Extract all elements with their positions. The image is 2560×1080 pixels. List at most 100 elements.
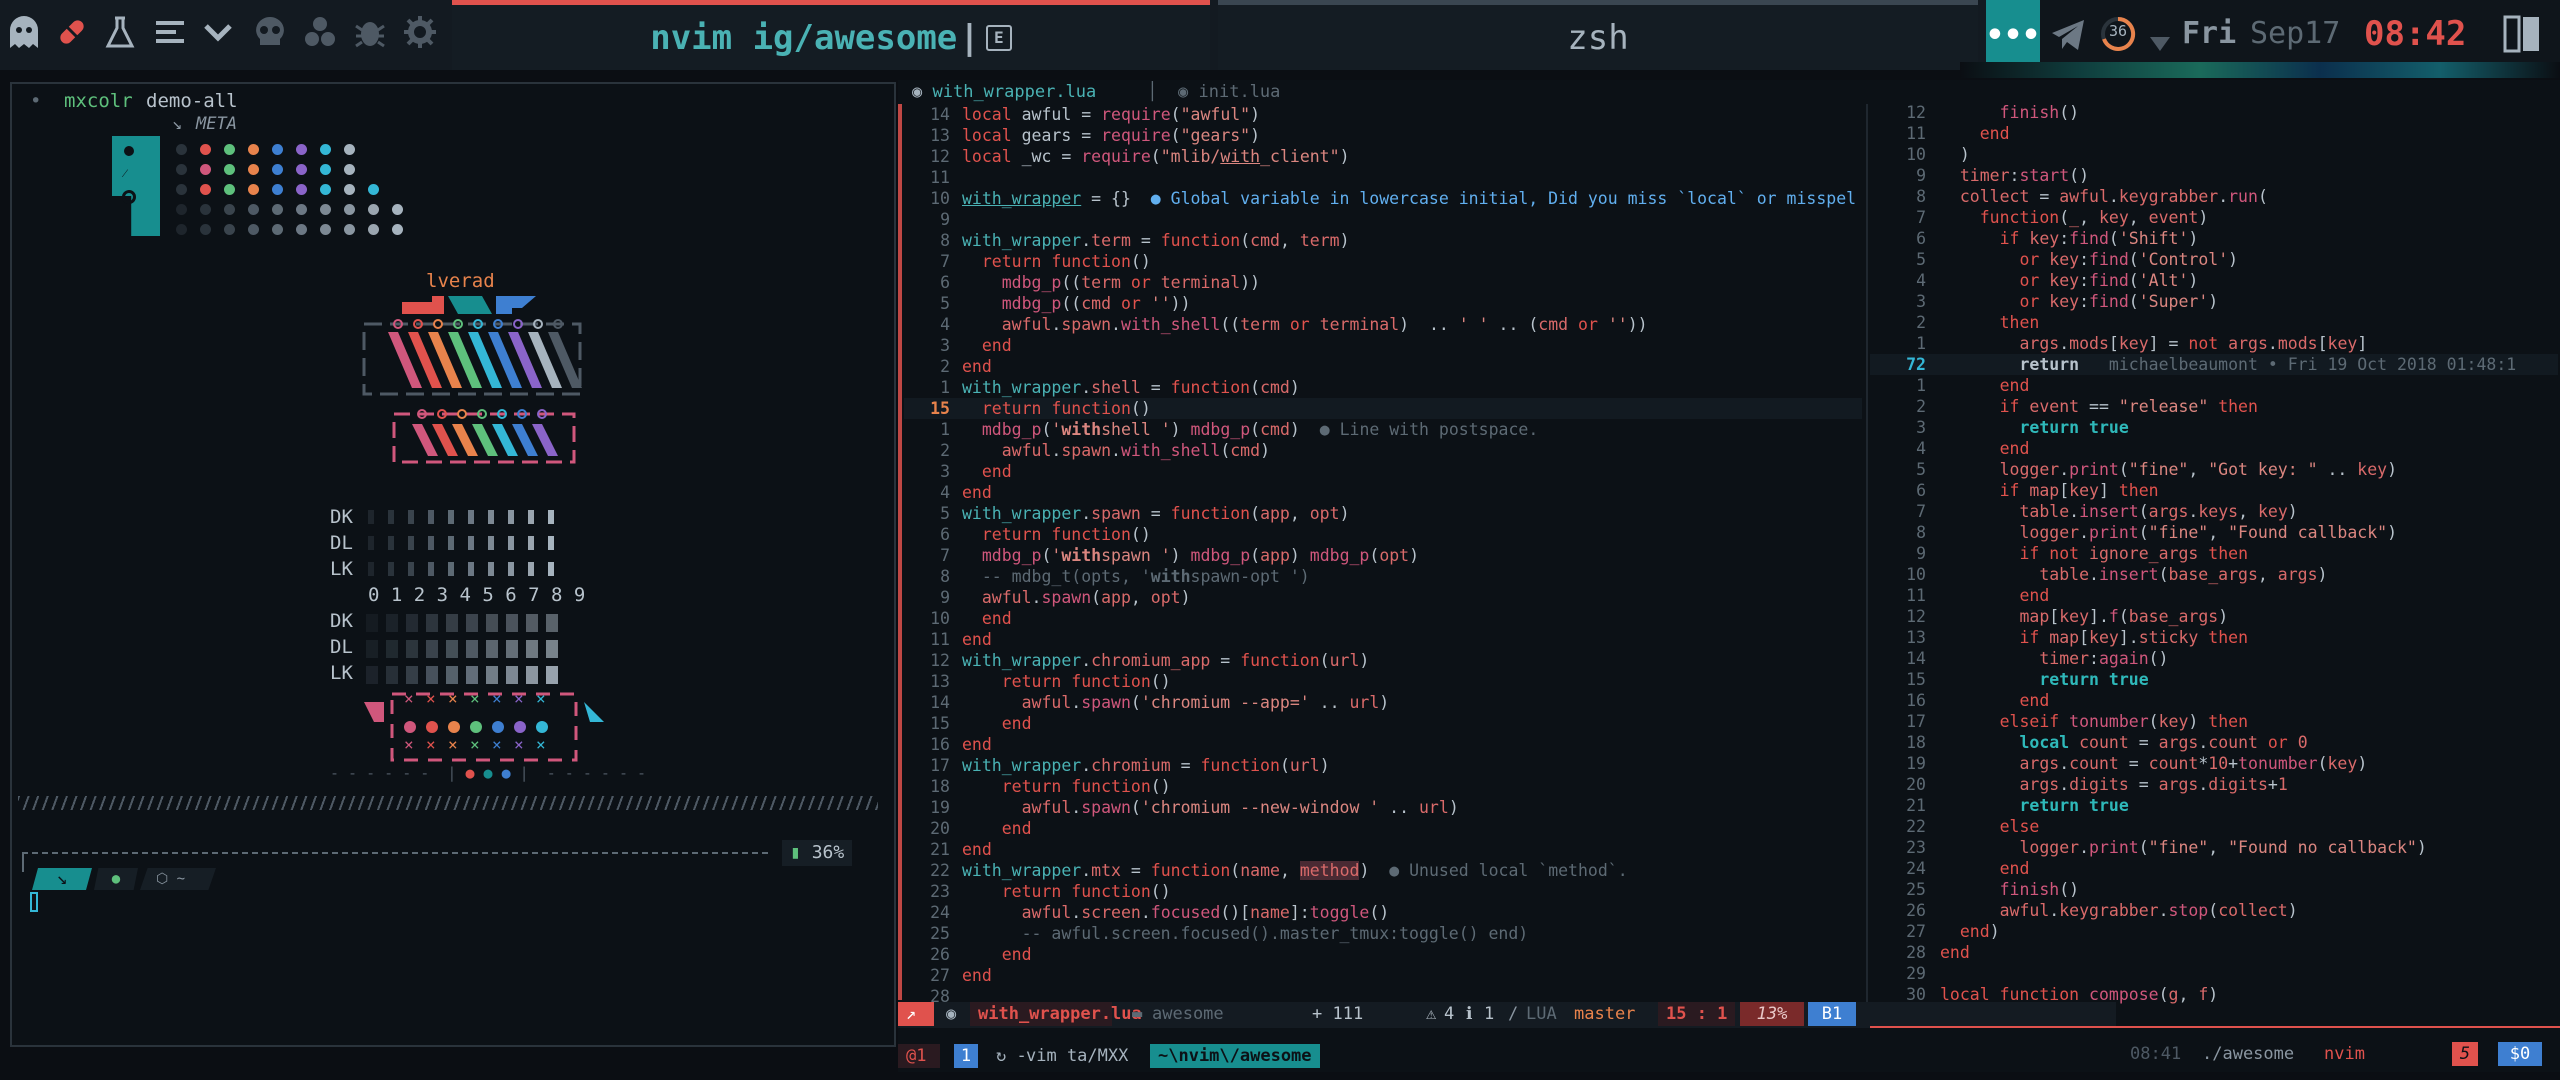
- terminal-pane[interactable]: • mxcolr demo-all ↘ META ⁄ lverad DK DL …: [10, 82, 896, 1047]
- editor-window[interactable]: ◉ with_wrapper.lua ▏ ◉ init.lua 14 local …: [898, 80, 2560, 1072]
- code-line[interactable]: 27 end): [1870, 921, 2558, 942]
- code-line[interactable]: 20 end: [904, 818, 1862, 839]
- code-line[interactable]: 26 awful.keygrabber.stop(collect): [1870, 900, 2558, 921]
- code-line[interactable]: 22 with_wrapper.mtx = function(name, meth…: [904, 860, 1862, 881]
- code-line[interactable]: 19 awful.spawn('chromium --new-window ' …: [904, 797, 1862, 818]
- code-right[interactable]: 12 finish() 11 end 10 ) 9 timer:start() 8 co…: [1870, 102, 2558, 1005]
- code-line[interactable]: 6 mdbg_p((term or terminal)): [904, 272, 1862, 293]
- code-line[interactable]: 24 end: [1870, 858, 2558, 879]
- code-left[interactable]: 14 local awful = require("awful") 13 local …: [904, 104, 1862, 1007]
- tmux-window-vim[interactable]: vim ta/MXX: [1018, 1044, 1136, 1068]
- code-line[interactable]: 28 end: [1870, 942, 2558, 963]
- code-line[interactable]: 21 end: [904, 839, 1862, 860]
- tab-init[interactable]: ◉ init.lua: [1178, 82, 1280, 102]
- code-line[interactable]: 15 return true: [1870, 669, 2558, 690]
- code-line[interactable]: 1 end: [1870, 375, 2558, 396]
- list-icon[interactable]: [148, 10, 192, 54]
- code-line[interactable]: 8 with_wrapper.term = function(cmd, term): [904, 230, 1862, 251]
- code-line[interactable]: 6 if map[key] then: [1870, 480, 2558, 501]
- code-line[interactable]: 2 end: [904, 356, 1862, 377]
- code-line[interactable]: 8 -- mdbg_t(opts, 'withspawn-opt '): [904, 566, 1862, 587]
- code-line[interactable]: 7 mdbg_p('withspawn ') mdbg_p(app) mdbg_…: [904, 545, 1862, 566]
- code-line[interactable]: 11: [904, 167, 1862, 188]
- code-line[interactable]: 12 map[key].f(base_args): [1870, 606, 2558, 627]
- code-line[interactable]: 1 mdbg_p('withshell ') mdbg_p(cmd) ● Lin…: [904, 419, 1862, 440]
- code-line[interactable]: 10 end: [904, 608, 1862, 629]
- code-line[interactable]: 22 else: [1870, 816, 2558, 837]
- code-line[interactable]: 23 return function(): [904, 881, 1862, 902]
- code-line[interactable]: 6 return function(): [904, 524, 1862, 545]
- code-line[interactable]: 11 end: [1870, 585, 2558, 606]
- code-line[interactable]: 14 local awful = require("awful"): [904, 104, 1862, 125]
- layout-icon[interactable]: [2502, 14, 2542, 62]
- telegram-icon[interactable]: [2050, 18, 2086, 60]
- code-line[interactable]: 16 end: [904, 734, 1862, 755]
- code-line[interactable]: 12 finish(): [1870, 102, 2558, 123]
- code-line[interactable]: 25 finish(): [1870, 879, 2558, 900]
- battery-ring-badge[interactable]: 36: [2100, 16, 2136, 52]
- flask-icon[interactable]: [98, 10, 142, 54]
- code-line[interactable]: 9 awful.spawn(app, opt): [904, 587, 1862, 608]
- code-line[interactable]: 5 logger.print("fine", "Got key: " .. ke…: [1870, 459, 2558, 480]
- code-line[interactable]: 72 return michaelbeaumont • Fri 19 Oct 2…: [1870, 354, 2558, 375]
- code-line[interactable]: 29: [1870, 963, 2558, 984]
- code-line[interactable]: 10 ): [1870, 144, 2558, 165]
- gear-icon[interactable]: [398, 10, 442, 54]
- code-line[interactable]: 3 return true: [1870, 417, 2558, 438]
- code-line[interactable]: 1 with_wrapper.shell = function(cmd): [904, 377, 1862, 398]
- code-line[interactable]: 4 end: [1870, 438, 2558, 459]
- code-line[interactable]: 14 timer:again(): [1870, 648, 2558, 669]
- code-line[interactable]: 7 return function(): [904, 251, 1862, 272]
- code-line[interactable]: 20 args.digits = args.digits+1: [1870, 774, 2558, 795]
- pin-icon[interactable]: [2148, 26, 2172, 61]
- code-line[interactable]: 25 -- awful.screen.focused().master_tmux…: [904, 923, 1862, 944]
- tab-with-wrapper[interactable]: ◉ with_wrapper.lua: [912, 82, 1096, 102]
- code-line[interactable]: 2 then: [1870, 312, 2558, 333]
- code-line[interactable]: 9 if not ignore_args then: [1870, 543, 2558, 564]
- code-line[interactable]: 3 end: [904, 461, 1862, 482]
- code-line[interactable]: 26 end: [904, 944, 1862, 965]
- tmux-window-nvim[interactable]: ~\nvim\/awesome: [1150, 1044, 1320, 1068]
- tab-nvim[interactable]: nvim ig/awesome | E: [452, 0, 1210, 70]
- code-line[interactable]: 24 awful.screen.focused()[name]:toggle(): [904, 902, 1862, 923]
- code-line[interactable]: 13 if map[key].sticky then: [1870, 627, 2558, 648]
- code-line[interactable]: 10 table.insert(base_args, args): [1870, 564, 2558, 585]
- code-line[interactable]: 14 awful.spawn('chromium --app=' .. url): [904, 692, 1862, 713]
- skull-icon[interactable]: [248, 10, 292, 54]
- code-line[interactable]: 4 or key:find('Alt'): [1870, 270, 2558, 291]
- circles-icon[interactable]: [298, 10, 342, 54]
- code-line[interactable]: 27 end: [904, 965, 1862, 986]
- code-line[interactable]: 8 logger.print("fine", "Found callback"): [1870, 522, 2558, 543]
- code-line[interactable]: 19 args.count = count*10+tonumber(key): [1870, 753, 2558, 774]
- code-line[interactable]: 21 return true: [1870, 795, 2558, 816]
- pill-icon[interactable]: [50, 10, 94, 54]
- code-line[interactable]: 10 with_wrapper = {} ● Global variable in…: [904, 188, 1862, 209]
- code-line[interactable]: 17 elseif tonumber(key) then: [1870, 711, 2558, 732]
- code-line[interactable]: 5 mdbg_p((cmd or '')): [904, 293, 1862, 314]
- code-line[interactable]: 4 end: [904, 482, 1862, 503]
- chevron-down-icon[interactable]: [196, 10, 240, 54]
- bug-icon[interactable]: [348, 10, 392, 54]
- code-line[interactable]: 15 return function(): [904, 398, 1862, 419]
- code-line[interactable]: 13 local gears = require("gears"): [904, 125, 1862, 146]
- tmux-session[interactable]: @1: [898, 1044, 940, 1068]
- code-line[interactable]: 17 with_wrapper.chromium = function(url): [904, 755, 1862, 776]
- code-line[interactable]: 18 local count = args.count or 0: [1870, 732, 2558, 753]
- code-line[interactable]: 2 if event == "release" then: [1870, 396, 2558, 417]
- tab-zsh[interactable]: zsh: [1218, 0, 1978, 70]
- code-line[interactable]: 7 function(_, key, event): [1870, 207, 2558, 228]
- code-line[interactable]: 3 end: [904, 335, 1862, 356]
- code-line[interactable]: 11 end: [904, 629, 1862, 650]
- code-line[interactable]: 16 end: [1870, 690, 2558, 711]
- code-line[interactable]: 18 return function(): [904, 776, 1862, 797]
- clock-time[interactable]: 08:42: [2364, 14, 2466, 54]
- code-line[interactable]: 9: [904, 209, 1862, 230]
- code-line[interactable]: 3 or key:find('Super'): [1870, 291, 2558, 312]
- code-line[interactable]: 23 logger.print("fine", "Found no callba…: [1870, 837, 2558, 858]
- code-line[interactable]: 12 local _wc = require("mlib/with_client"…: [904, 146, 1862, 167]
- code-line[interactable]: 1 args.mods[key] = not args.mods[key]: [1870, 333, 2558, 354]
- code-line[interactable]: 6 if key:find('Shift'): [1870, 228, 2558, 249]
- code-line[interactable]: 2 awful.spawn.with_shell(cmd): [904, 440, 1862, 461]
- code-line[interactable]: 9 timer:start(): [1870, 165, 2558, 186]
- ghost-icon[interactable]: [2, 10, 46, 54]
